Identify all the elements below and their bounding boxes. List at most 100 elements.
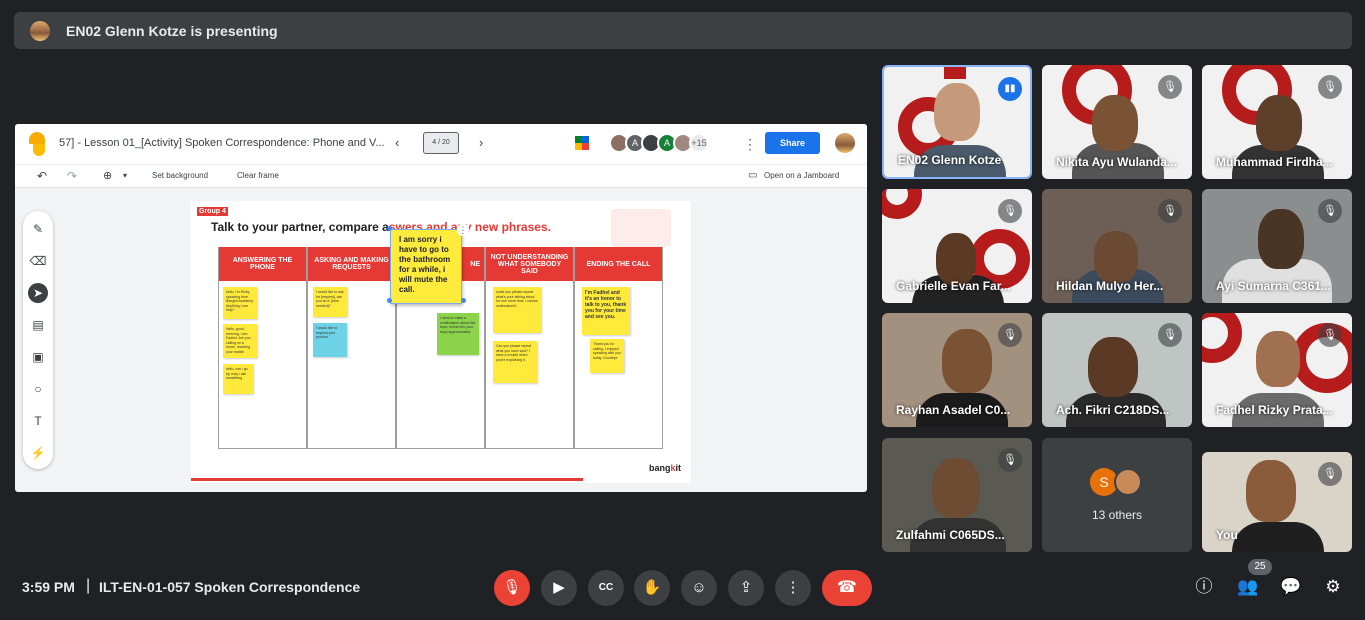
participant-tile[interactable]: 🎙 Rayhan Asadel C0... [882, 313, 1032, 427]
zoom-dropdown-icon[interactable]: ▾ [123, 171, 127, 180]
chat-icon[interactable]: 💬 [1280, 576, 1302, 598]
clear-frame-button[interactable]: Clear frame [237, 171, 279, 180]
mic-off-icon: 🎙 [998, 448, 1022, 472]
mic-off-icon: 🎙 [1318, 199, 1342, 223]
participant-tile[interactable]: 🎙 Hildan Mulyo Her... [1042, 189, 1192, 303]
more-icon[interactable]: ⋮ [775, 570, 811, 606]
collaborator-avatars: A A +15 [609, 133, 709, 153]
participant-name: Gabrielle Evan Far... [896, 279, 1011, 293]
presenting-banner: EN02 Glenn Kotze is presenting [14, 12, 1352, 49]
open-jamboard-button[interactable]: Open on a Jamboard [764, 171, 839, 180]
sticky-note[interactable]: I would like to ask for [request], can y… [313, 287, 347, 317]
presenting-text: EN02 Glenn Kotze is presenting [66, 22, 278, 39]
text-box-icon[interactable]: T [28, 411, 48, 431]
participant-name: Ach. Fikri C218DS... [1056, 403, 1170, 417]
sticky-note[interactable]: hello, i'm Rizky, speaking from Bangkit … [223, 287, 257, 319]
participant-name: Rayhan Asadel C0... [896, 403, 1011, 417]
participant-name: Muhammad Firdha... [1216, 155, 1333, 169]
divider: | [86, 577, 91, 594]
circle-icon[interactable]: ○ [28, 379, 48, 399]
illustration [611, 209, 671, 247]
participant-name: Hildan Mulyo Her... [1056, 279, 1164, 293]
laser-icon[interactable]: ⚡ [28, 443, 48, 463]
participant-tile[interactable]: 🎙 Nikita Ayu Wulanda... [1042, 65, 1192, 179]
image-icon[interactable]: ▣ [28, 347, 48, 367]
sticky-note[interactable]: Thank you for calling, i enjoyed speakin… [590, 339, 624, 373]
clock: 3:59 PM [22, 579, 75, 595]
note-menu-icon[interactable]: ⋮ [457, 224, 469, 236]
participant-tile[interactable]: 🎙 Ach. Fikri C218DS... [1042, 313, 1192, 427]
select-icon[interactable]: ➤ [28, 283, 48, 303]
raise-hand-icon[interactable]: ✋ [634, 570, 670, 606]
prev-frame-icon[interactable]: ‹ [395, 135, 399, 150]
sticky-note[interactable]: Can you please repeat what you have said… [493, 341, 537, 383]
more-vert-icon[interactable]: ⋮ [743, 136, 757, 153]
participant-name: Zulfahmi C065DS... [896, 528, 1005, 542]
avatar [1114, 468, 1142, 496]
info-icon[interactable]: ⓘ [1193, 576, 1215, 598]
participant-tile[interactable]: 🎙 Muhammad Firdha... [1202, 65, 1352, 179]
selection-handle[interactable] [387, 298, 392, 303]
others-tile[interactable]: S 13 others [1042, 438, 1192, 552]
eraser-icon[interactable]: ⌫ [28, 251, 48, 271]
sticky-note[interactable]: I would like to request your product [313, 323, 347, 357]
next-frame-icon[interactable]: › [479, 135, 483, 150]
participant-tile[interactable]: 🎙 Gabrielle Evan Far... [882, 189, 1032, 303]
slide-title: Talk to your partner, compare aswers and… [211, 220, 551, 234]
mic-off-icon: 🎙 [998, 199, 1022, 223]
speaking-indicator-icon: ▮▮ [998, 77, 1022, 101]
selected-sticky-note[interactable]: I am sorry i have to go to the bathroom … [390, 229, 462, 304]
jamboard-logo-icon [29, 132, 45, 156]
participant-count-badge: 25 [1248, 559, 1272, 575]
self-tile[interactable]: 🎙 You [1202, 452, 1352, 552]
undo-icon[interactable]: ↶ [37, 169, 47, 183]
sticky-note[interactable]: I'm Fadhel and it's an honor to talk to … [582, 287, 630, 335]
presenter-avatar [30, 20, 50, 41]
others-count: 13 others [1091, 508, 1143, 522]
meet-icon[interactable] [575, 136, 595, 150]
sticky-note-icon[interactable]: ▤ [28, 315, 48, 335]
camera-icon[interactable]: ▶ [541, 570, 577, 606]
participant-tile[interactable]: 🎙 Zulfahmi C065DS... [882, 438, 1032, 552]
jamboard-toolbar: ↶ ↷ ⊕ ▾ Set background Clear frame ▭ Ope… [15, 164, 867, 188]
end-call-icon[interactable]: ☎ [822, 570, 872, 606]
selection-handle[interactable] [461, 298, 466, 303]
frame-indicator[interactable]: 4 / 20 [423, 132, 459, 154]
meeting-name: ILT-EN-01-057 Spoken Correspondence [99, 579, 361, 595]
emoji-icon[interactable]: ☺ [681, 570, 717, 606]
open-jamboard-icon[interactable]: ▭ [748, 170, 757, 181]
pen-icon[interactable]: ✎ [28, 219, 48, 239]
mic-off-icon: 🎙 [998, 323, 1022, 347]
activities-icon[interactable]: ⚙ [1322, 576, 1344, 598]
sticky-note[interactable]: could you please repeat what's your talk… [493, 287, 541, 333]
participant-name: Nikita Ayu Wulanda... [1056, 155, 1177, 169]
presentation-area[interactable]: 57] - Lesson 01_[Activity] Spoken Corres… [15, 124, 867, 492]
participant-tile[interactable]: 🎙 Fadhel Rizky Prata... [1202, 313, 1352, 427]
zoom-icon[interactable]: ⊕ [103, 169, 112, 182]
sticky-note[interactable]: I need to make a confirmation about this… [437, 313, 479, 355]
mic-off-icon[interactable]: 🎙 [494, 570, 530, 606]
more-collaborators-count: +15 [689, 133, 709, 153]
mic-off-icon: 🎙 [1318, 323, 1342, 347]
bangkit-logo: bangkit [648, 463, 681, 473]
share-button[interactable]: Share [765, 132, 820, 154]
sticky-note[interactable]: Hello, good morning, I am Fadhel. Are yo… [223, 324, 257, 358]
selection-handle[interactable] [387, 226, 392, 231]
account-avatar[interactable] [835, 133, 855, 153]
participant-tile[interactable]: ▮▮ EN02 Glenn Kotze [882, 65, 1032, 179]
jam-title[interactable]: 57] - Lesson 01_[Activity] Spoken Corres… [59, 137, 385, 149]
set-background-button[interactable]: Set background [152, 171, 208, 180]
participant-name: EN02 Glenn Kotze [898, 153, 1002, 167]
people-icon[interactable]: 👥 [1237, 576, 1259, 598]
participant-tile[interactable]: 🎙 Ayi Sumarna C361... [1202, 189, 1352, 303]
participant-name: You [1216, 528, 1238, 542]
present-icon[interactable]: ⇪ [728, 570, 764, 606]
mic-off-icon: 🎙 [1158, 75, 1182, 99]
mic-off-icon: 🎙 [1318, 75, 1342, 99]
redo-icon[interactable]: ↷ [67, 169, 77, 183]
progress-line [191, 478, 583, 481]
mic-off-icon: 🎙 [1158, 199, 1182, 223]
sticky-note[interactable]: hello, can i go by, may i ask something [223, 364, 253, 394]
jamboard-header: 57] - Lesson 01_[Activity] Spoken Corres… [15, 124, 867, 164]
cc-icon[interactable]: CC [588, 570, 624, 606]
